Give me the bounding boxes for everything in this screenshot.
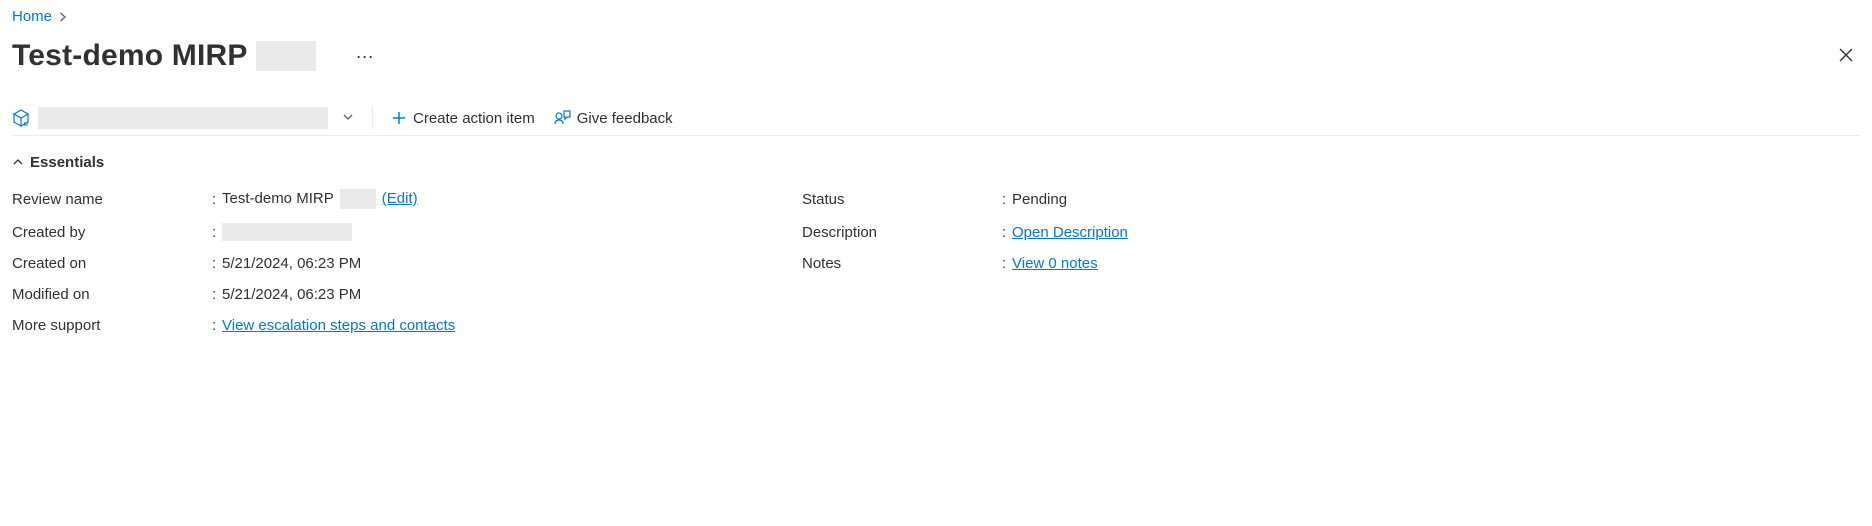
view-notes-link[interactable]: View 0 notes bbox=[1012, 255, 1098, 272]
review-name-value: Test-demo MIRP (Edit) bbox=[222, 189, 762, 209]
redacted-review-suffix bbox=[340, 189, 376, 209]
notes-key: Notes bbox=[802, 255, 1002, 272]
redacted-resource-name bbox=[38, 107, 328, 129]
modified-on-key: Modified on bbox=[12, 286, 212, 303]
chevron-down-icon bbox=[336, 110, 354, 126]
description-key: Description bbox=[802, 224, 1002, 241]
created-by-value bbox=[222, 223, 762, 241]
essentials-label: Essentials bbox=[30, 154, 104, 171]
create-action-item-label: Create action item bbox=[413, 110, 535, 127]
more-support-link[interactable]: View escalation steps and contacts bbox=[222, 317, 455, 334]
chevron-right-icon bbox=[58, 9, 68, 25]
kv-notes: Notes : View 0 notes bbox=[802, 255, 1552, 272]
toolbar: Create action item Give feedback bbox=[12, 101, 1860, 136]
breadcrumb: Home bbox=[12, 8, 1860, 25]
page-title: Test-demo MIRP bbox=[12, 39, 248, 73]
title-row: Test-demo MIRP ··· bbox=[12, 39, 1860, 73]
give-feedback-button[interactable]: Give feedback bbox=[553, 109, 673, 127]
essentials-grid: Review name : Test-demo MIRP (Edit) Stat… bbox=[12, 189, 1552, 334]
status-key: Status bbox=[802, 191, 1002, 208]
kv-modified-on: Modified on : 5/21/2024, 06:23 PM bbox=[12, 286, 762, 303]
kv-review-name: Review name : Test-demo MIRP (Edit) bbox=[12, 189, 762, 209]
edit-review-name-link[interactable]: (Edit) bbox=[382, 190, 418, 207]
review-name-text: Test-demo MIRP bbox=[222, 190, 333, 207]
breadcrumb-home[interactable]: Home bbox=[12, 8, 52, 25]
essentials-toggle[interactable]: Essentials bbox=[12, 154, 1860, 171]
created-on-key: Created on bbox=[12, 255, 212, 272]
kv-description: Description : Open Description bbox=[802, 223, 1552, 241]
close-button[interactable] bbox=[1832, 41, 1860, 72]
open-description-link[interactable]: Open Description bbox=[1012, 224, 1128, 241]
cube-icon bbox=[12, 109, 30, 127]
status-value: Pending bbox=[1012, 191, 1552, 208]
kv-status: Status : Pending bbox=[802, 189, 1552, 209]
redacted-created-by bbox=[222, 223, 352, 241]
feedback-icon bbox=[553, 109, 571, 127]
created-by-key: Created by bbox=[12, 224, 212, 241]
create-action-item-button[interactable]: Create action item bbox=[391, 110, 535, 127]
more-actions-button[interactable]: ··· bbox=[348, 44, 382, 69]
give-feedback-label: Give feedback bbox=[577, 110, 673, 127]
review-name-key: Review name bbox=[12, 191, 212, 208]
chevron-up-icon bbox=[12, 155, 24, 171]
created-on-value: 5/21/2024, 06:23 PM bbox=[222, 255, 762, 272]
more-support-key: More support bbox=[12, 317, 212, 334]
kv-created-by: Created by : bbox=[12, 223, 762, 241]
kv-more-support: More support : View escalation steps and… bbox=[12, 317, 762, 334]
plus-icon bbox=[391, 110, 407, 126]
kv-created-on: Created on : 5/21/2024, 06:23 PM bbox=[12, 255, 762, 272]
redacted-title-suffix bbox=[256, 41, 316, 71]
modified-on-value: 5/21/2024, 06:23 PM bbox=[222, 286, 762, 303]
resource-picker[interactable] bbox=[12, 107, 373, 129]
